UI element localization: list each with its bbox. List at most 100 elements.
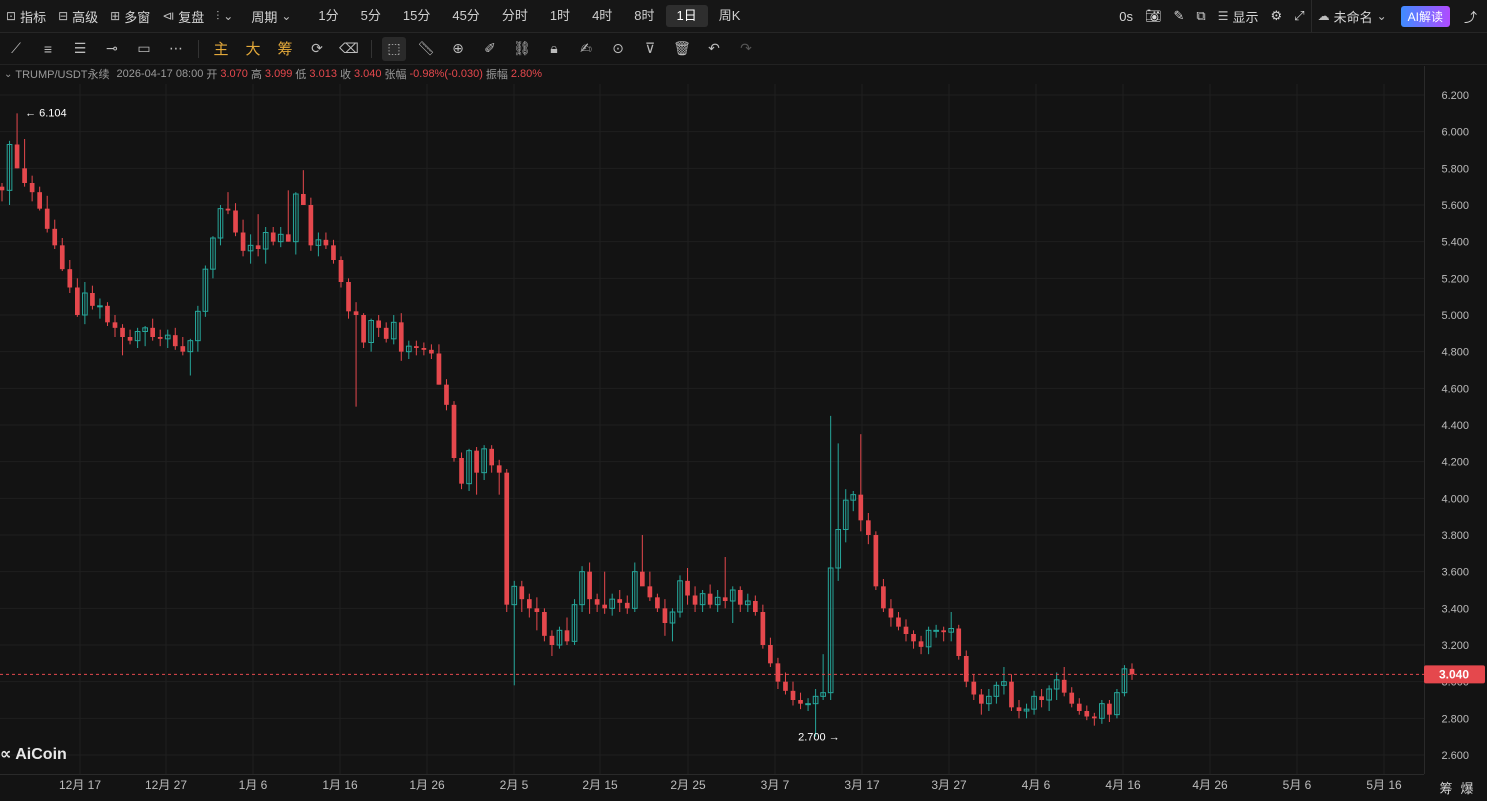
more-tools-icon[interactable]: ⋯ [160,33,192,64]
period-9[interactable]: 周K [708,5,752,27]
candle-body [240,232,246,251]
ruler-icon[interactable]: 📏︎ [410,33,442,64]
trash-icon[interactable]: 🗑︎ [666,33,698,64]
candle-body [835,529,842,569]
replay-button[interactable]: ⧏ 复盘 [156,0,210,32]
candle-body [429,349,434,354]
candle-body [647,586,653,598]
candle-body [1091,716,1097,719]
display-button[interactable]: ☰ 显示 [1212,0,1265,32]
candle-body [1009,681,1014,708]
candle-body [292,193,299,243]
candle-body [90,293,95,306]
candle-body [549,635,555,645]
layout-dropdown[interactable]: ☁ 未命名 ⌄ [1310,0,1393,32]
edit-list-icon[interactable]: ✍ [570,33,602,64]
main-indicator-tab[interactable]: 主 [205,33,237,64]
camera-icon[interactable]: 📷︎ [1139,0,1168,32]
low-value: 3.013 [309,68,337,80]
period-6[interactable]: 4时 [581,5,623,27]
price-axis: 6.200 6.000 5.800 5.600 5.400 5.200 5.000 4.800… [1424,66,1487,774]
settings-gear-icon[interactable]: ⚙ [1265,0,1289,32]
share-icon[interactable]: ⤴ [1458,0,1487,32]
high-value: 3.099 [264,68,293,80]
trend-line-icon[interactable]: ⟋ [0,33,32,64]
rectangle-icon[interactable]: ▭ [128,33,160,64]
brush-icon[interactable]: ✐ [474,33,506,64]
candle-body [398,322,404,352]
period-label: 周期 [251,9,278,25]
period-8[interactable]: 1日 [665,5,708,27]
candle-body [692,595,698,605]
candle-body [150,327,156,337]
cursor-icon[interactable]: ⬚ [382,36,406,61]
chart-overlay: ← 6.104 2.700 → [0,108,1424,744]
ai-interpret-button[interactable]: AI解读 [1400,5,1450,27]
candle-body [338,260,344,282]
chip-tab[interactable]: 筹 [269,33,301,64]
amplitude-label: 振幅 [485,69,508,81]
candlestick-chart[interactable]: ← 6.104 2.700 → 6.200 6.000 5.800 5.600 5.400… [0,0,1487,801]
price-tick-label: 4.600 [1441,383,1469,395]
big-order-tab[interactable]: 大 [237,33,269,64]
candle-body [142,327,148,333]
magnet-icon[interactable]: ⊙ [602,33,634,64]
candle-body [1084,711,1090,717]
candle-body [315,239,322,246]
filter-icon[interactable]: ⊽ [634,33,666,64]
candle-body [361,315,366,343]
collapse-icon[interactable]: ⌄ [4,69,12,80]
chart-type-button[interactable]: ⫶ ⌄ [210,0,239,32]
candle-body [858,494,864,521]
chart-grid [0,84,1424,774]
parallel-lines-icon[interactable]: ≡ [32,33,64,64]
date-tick-label: 4月 26 [1192,778,1228,792]
chip-distribution-button[interactable]: 筹 [1439,778,1452,797]
link-chain-icon[interactable]: ⛓ [506,33,538,64]
redo-icon[interactable]: ↷ [730,33,762,64]
liquidation-button[interactable]: 爆 [1461,778,1474,797]
lock-icon[interactable]: 🔒︎ [538,33,570,64]
candle-body [571,604,578,642]
date-tick-label: 2月 15 [582,778,618,792]
multi-window-button[interactable]: ⊞ 多窗 [104,0,156,32]
advanced-button[interactable]: ⊟ 高级 [52,0,104,32]
undo-icon[interactable]: ↶ [698,33,730,64]
top-bar: ⊡ 指标 ⊟ 高级 ⊞ 多窗 ⧏ 复盘 ⫶ ⌄ 周期 ⌄ 1分 5分 15分 45分分… [0,0,1487,33]
period-1[interactable]: 5分 [350,5,392,27]
pen-icon[interactable]: ✎ [1168,0,1191,32]
copy-icon[interactable]: ⧉ [1190,0,1211,32]
indicator-button[interactable]: ⊡ 指标 [0,0,52,32]
candle-body [157,337,163,339]
candle-datetime: 2026-04-17 08:00 [116,68,204,80]
indicator-label: 指标 [20,9,47,25]
eraser-icon[interactable]: ⌫ [333,33,365,64]
period-4[interactable]: 分时 [491,5,539,27]
date-tick-label: 1月 26 [409,778,445,792]
period-5[interactable]: 1时 [539,5,581,27]
price-tick-label: 5.000 [1441,310,1469,322]
change-label: 张幅 [384,69,407,81]
candle-body [948,628,955,633]
period-7[interactable]: 8时 [623,5,665,27]
fullscreen-icon[interactable]: ⤢ [1288,0,1310,32]
candle-body [609,598,616,609]
candle-body [873,535,879,587]
zoom-in-icon[interactable]: ⊕ [442,33,474,64]
period-0[interactable]: 1分 [307,5,349,27]
candle-body [368,320,374,343]
candle-body [29,183,35,193]
period-2[interactable]: 15分 [392,5,441,27]
candle-body [775,663,781,682]
toolbar-divider [198,39,199,58]
candle-body [247,244,254,252]
sync-icon[interactable]: ⟳ [301,33,333,64]
layout-name: 未命名 [1333,9,1373,25]
candle-body [6,144,13,191]
horizontal-ray-icon[interactable]: ⊸ [96,33,128,64]
ai-label: AI解读 [1407,9,1443,24]
horizontal-lines-icon[interactable]: ☰ [64,33,96,64]
period-3[interactable]: 45分 [441,5,490,27]
period-dropdown[interactable]: 周期 ⌄ [245,0,297,32]
candle-body [963,656,969,682]
